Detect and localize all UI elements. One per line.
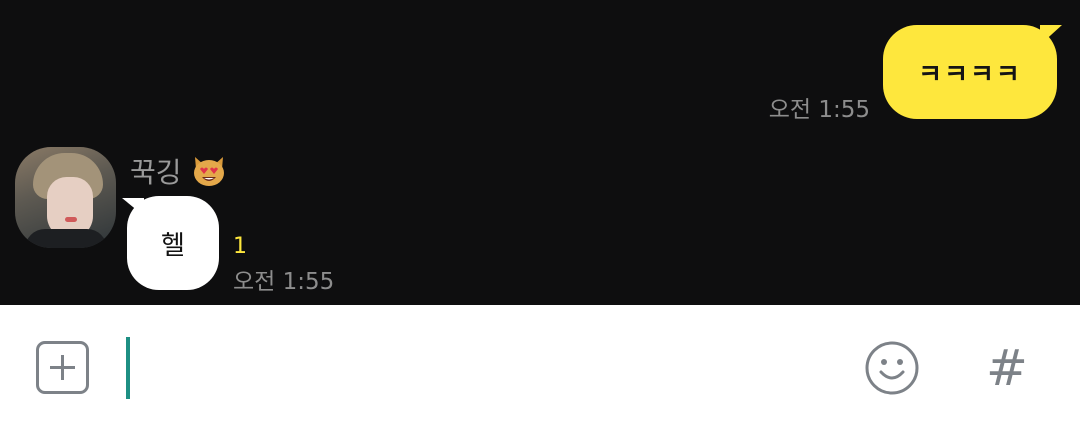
- outgoing-message-time: 오전 1:55: [768, 97, 870, 123]
- chat-screen: ㅋㅋㅋㅋ 오전 1:55 꾹깅 헬 1 오전 1:55 #: [0, 0, 1080, 431]
- hashtag-button[interactable]: #: [986, 338, 1028, 398]
- incoming-message-time: 오전 1:55: [233, 269, 335, 295]
- outgoing-message-bubble[interactable]: ㅋㅋㅋㅋ: [883, 25, 1057, 119]
- chat-message-area[interactable]: ㅋㅋㅋㅋ 오전 1:55 꾹깅 헬 1 오전 1:55: [0, 0, 1080, 305]
- add-attachment-button[interactable]: [36, 341, 89, 394]
- emoticon-button[interactable]: [864, 340, 920, 396]
- incoming-message-text: 헬: [161, 230, 185, 261]
- message-input[interactable]: [126, 336, 826, 400]
- smiley-icon: [865, 341, 919, 395]
- outgoing-message-text: ㅋㅋㅋㅋ: [918, 59, 1022, 90]
- text-caret: [126, 337, 130, 399]
- sender-avatar[interactable]: [15, 147, 116, 248]
- smiling-cat-heart-eyes-icon: [192, 155, 226, 187]
- sender-name: 꾹깅: [130, 151, 226, 191]
- unread-count-badge: 1: [233, 234, 247, 259]
- hashtag-icon: #: [986, 339, 1028, 397]
- sender-name-text: 꾹깅: [130, 156, 182, 189]
- incoming-message-bubble[interactable]: 헬: [127, 196, 219, 290]
